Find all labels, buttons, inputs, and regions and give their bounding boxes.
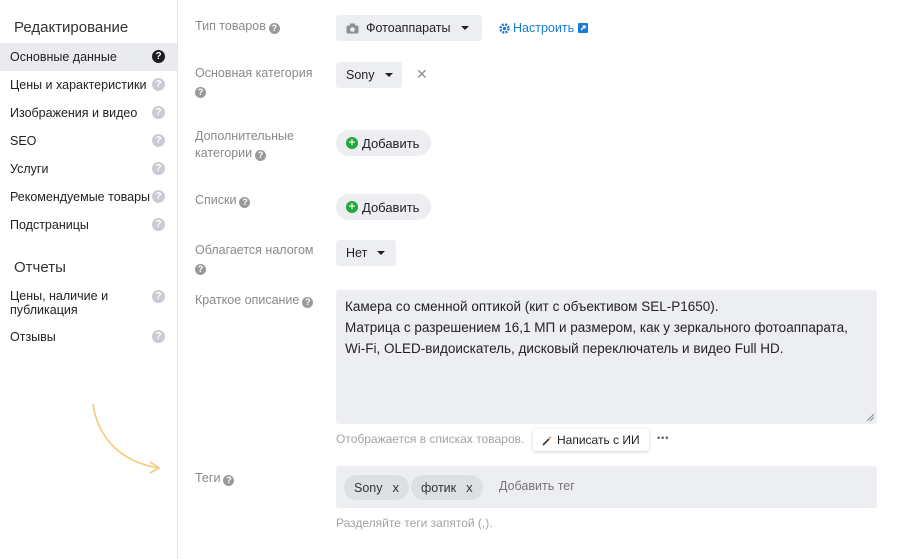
configure-link[interactable]: Настроить [499, 21, 589, 35]
plus-icon: + [346, 137, 358, 149]
help-icon[interactable]: ? [152, 78, 165, 91]
sidebar-item-label: Подстраницы [10, 218, 89, 232]
taxable-select[interactable]: Нет [336, 240, 396, 266]
sidebar-item-label: Цены и характеристики [10, 78, 147, 92]
sidebar-item-recommended[interactable]: Рекомендуемые товары ? [0, 183, 177, 211]
plus-icon: + [346, 201, 358, 213]
short-description-label: Краткое описание? [195, 292, 314, 309]
sidebar-heading-edit: Редактирование [14, 19, 129, 36]
help-icon[interactable]: ? [255, 150, 267, 161]
help-icon[interactable]: ? [195, 264, 206, 275]
short-description-textarea[interactable]: Камера со сменной оптикой (кит с объекти… [336, 290, 877, 424]
magic-wand-icon [542, 435, 553, 446]
sidebar-item-images[interactable]: Изображения и видео ? [0, 99, 177, 127]
help-icon[interactable]: ? [152, 106, 165, 119]
lists-label: Списки? [195, 192, 251, 209]
camera-icon [346, 23, 359, 33]
help-icon[interactable]: ? [302, 297, 314, 308]
chevron-down-icon [377, 251, 386, 255]
tags-field[interactable]: Sony x фотик x [336, 466, 877, 508]
sidebar-item-label: Основные данные [10, 50, 117, 64]
product-type-value: Фотоаппараты [366, 21, 451, 35]
resize-handle-icon[interactable] [866, 413, 875, 422]
sidebar-item-label: SEO [10, 134, 37, 148]
help-icon[interactable]: ? [152, 330, 165, 343]
sidebar-item-seo[interactable]: SEO ? [0, 127, 177, 155]
gear-icon [499, 22, 510, 34]
sidebar-item-label: Отзывы [10, 330, 56, 344]
sidebar-item-label: Услуги [10, 162, 49, 176]
remove-tag-icon[interactable]: x [466, 480, 473, 495]
remove-tag-icon[interactable]: x [393, 480, 400, 495]
close-icon[interactable]: ✕ [416, 66, 428, 83]
more-options-icon[interactable]: ••• [657, 433, 669, 443]
help-icon[interactable]: ? [152, 162, 165, 175]
sidebar-item-label: Изображения и видео [10, 106, 138, 120]
sidebar: Редактирование Основные данные ? Цены и … [0, 0, 178, 559]
help-icon[interactable]: ? [152, 190, 165, 203]
product-type-select[interactable]: Фотоаппараты [336, 15, 482, 41]
main-category-select[interactable]: Sony [336, 62, 402, 88]
sidebar-item-services[interactable]: Услуги ? [0, 155, 177, 183]
sidebar-item-subpages[interactable]: Подстраницы ? [0, 211, 177, 239]
chevron-down-icon [460, 26, 469, 30]
sidebar-item-availability[interactable]: Цены, наличие и публикация ? [0, 286, 177, 320]
tags-label: Теги? [195, 470, 235, 487]
sidebar-item-reviews[interactable]: Отзывы ? [0, 323, 177, 351]
add-list-button[interactable]: + Добавить [336, 194, 432, 220]
help-icon[interactable]: ? [152, 50, 165, 63]
product-type-label: Тип товаров? [195, 18, 280, 35]
annotation-arrow [92, 403, 161, 474]
main-category-value: Sony [346, 68, 375, 82]
short-description-hint: Отображается в списках товаров. [336, 432, 525, 446]
help-icon[interactable]: ? [152, 218, 165, 231]
main-category-label: Основная категория? [195, 66, 313, 98]
extra-categories-label: Дополнительные категории? [195, 129, 294, 161]
taxable-value: Нет [346, 246, 368, 260]
chevron-down-icon [384, 73, 393, 77]
sidebar-item-prices[interactable]: Цены и характеристики ? [0, 71, 177, 99]
help-icon[interactable]: ? [152, 134, 165, 147]
tag-chip: фотик x [411, 475, 483, 500]
help-icon[interactable]: ? [152, 290, 165, 303]
add-tag-input[interactable] [499, 479, 639, 493]
sidebar-item-label: Цены, наличие и публикация [10, 289, 109, 317]
taxable-label: Облагается налогом? [195, 243, 314, 275]
sidebar-heading-reports: Отчеты [14, 259, 66, 276]
add-category-button[interactable]: + Добавить [336, 130, 432, 156]
write-with-ai-button[interactable]: Написать с ИИ [533, 429, 649, 451]
tag-chip: Sony x [344, 475, 409, 500]
help-icon[interactable]: ? [195, 87, 206, 98]
sidebar-item-main-data[interactable]: Основные данные ? [0, 43, 177, 71]
help-icon[interactable]: ? [239, 197, 251, 208]
tags-hint: Разделяйте теги запятой (,). [336, 516, 493, 530]
sidebar-item-label: Рекомендуемые товары [10, 190, 151, 204]
help-icon[interactable]: ? [223, 475, 235, 486]
external-link-icon [578, 23, 589, 33]
help-icon[interactable]: ? [268, 23, 280, 34]
